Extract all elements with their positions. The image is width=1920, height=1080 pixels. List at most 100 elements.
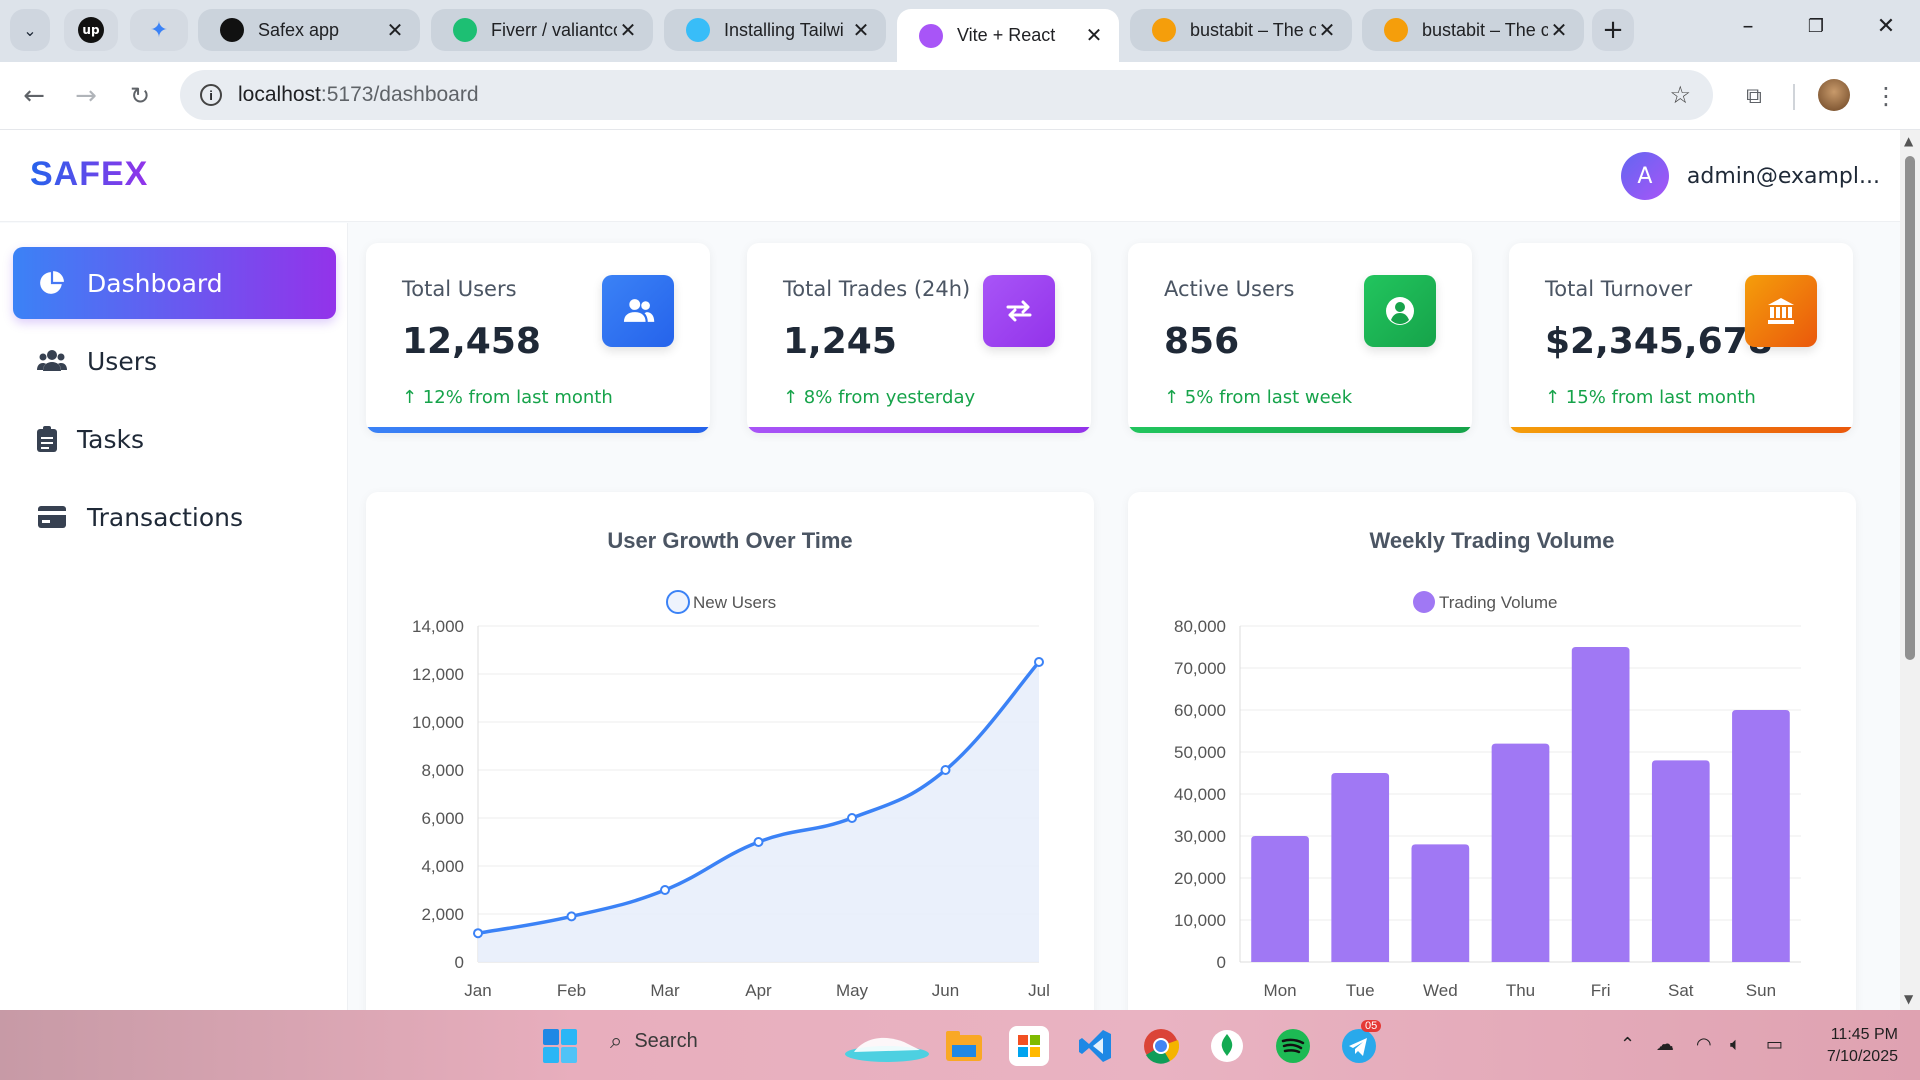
minimize-button[interactable]: – bbox=[1728, 14, 1768, 39]
y-tick-label: 20,000 bbox=[1174, 869, 1226, 888]
volume-icon[interactable]: 🔈︎ bbox=[1730, 1034, 1741, 1055]
minimize-icon: – bbox=[1742, 14, 1754, 39]
y-tick-label: 0 bbox=[1217, 953, 1226, 972]
mongodb-icon[interactable] bbox=[1207, 1026, 1247, 1066]
close-tab-icon[interactable]: ✕ bbox=[1316, 18, 1338, 43]
pie-chart-icon bbox=[37, 268, 67, 298]
gemini-pinned-tab[interactable]: ✦ bbox=[130, 9, 188, 51]
stat-label: Total Users bbox=[402, 277, 517, 301]
chevron-up-icon[interactable]: ⌃ bbox=[1620, 1034, 1635, 1055]
browser-toolbar: ← → ↻ i localhost:5173/dashboard ☆ ⧉ ⋮ bbox=[0, 62, 1920, 130]
stat-value: 856 bbox=[1164, 321, 1240, 362]
vscode-icon[interactable] bbox=[1075, 1026, 1115, 1066]
sidebar-item-tasks[interactable]: Tasks bbox=[13, 403, 336, 475]
legend-swatch bbox=[1413, 591, 1435, 613]
close-tab-icon[interactable]: ✕ bbox=[617, 18, 639, 43]
legend-label: Trading Volume bbox=[1439, 593, 1557, 612]
x-tick-label: Apr bbox=[745, 981, 772, 1000]
close-window-button[interactable]: ✕ bbox=[1866, 14, 1906, 39]
tab-title: Safex app bbox=[258, 19, 340, 40]
sidebar-item-dashboard[interactable]: Dashboard bbox=[13, 247, 336, 319]
restore-button[interactable]: ❐ bbox=[1796, 16, 1836, 37]
close-tab-icon[interactable]: ✕ bbox=[1083, 23, 1105, 48]
file-explorer-icon[interactable] bbox=[944, 1026, 984, 1066]
users-icon bbox=[37, 346, 67, 376]
close-tab-icon[interactable]: ✕ bbox=[850, 18, 872, 43]
legend-label: New Users bbox=[693, 593, 776, 612]
safex-favicon bbox=[220, 18, 244, 42]
browser-tab[interactable]: Fiverr / valiantcc ✕ bbox=[431, 9, 653, 51]
app-logo[interactable]: SAFEX bbox=[30, 155, 148, 194]
bar bbox=[1651, 760, 1710, 962]
new-tab-button[interactable]: + bbox=[1592, 9, 1634, 51]
browser-tab[interactable]: bustabit – The c ✕ bbox=[1362, 9, 1584, 51]
telegram-icon[interactable]: 05 bbox=[1339, 1020, 1382, 1066]
scroll-up-icon[interactable]: ▲ bbox=[1904, 134, 1913, 148]
close-tab-icon[interactable]: ✕ bbox=[384, 18, 406, 43]
page-viewport: SAFEX A admin@exampl... Dashboard Users … bbox=[0, 130, 1900, 1010]
stat-value: 1,245 bbox=[783, 321, 897, 362]
chevron-down-icon: ⌄ bbox=[23, 20, 37, 40]
stat-trend: ↑ 8% from yesterday bbox=[783, 387, 976, 408]
windows-start-icon[interactable] bbox=[540, 1026, 580, 1066]
stat-card-active-users: Active Users 856 ↑ 5% from last week bbox=[1128, 243, 1472, 433]
kebab-menu-icon: ⋮ bbox=[1874, 82, 1898, 110]
taskbar-search-label: Search bbox=[634, 1029, 698, 1052]
bar bbox=[1331, 773, 1390, 962]
bustabit-favicon bbox=[1384, 18, 1408, 42]
user-growth-chart: User Growth Over Time New Users 0 2,000 4,00… bbox=[412, 528, 1050, 1000]
x-tick-label: Thu bbox=[1506, 981, 1535, 1000]
extensions-button[interactable]: ⧉ bbox=[1736, 78, 1772, 114]
battery-icon[interactable]: ▭ bbox=[1766, 1034, 1783, 1055]
upwork-icon: up bbox=[78, 17, 104, 43]
stat-trend: ↑ 15% from last month bbox=[1545, 387, 1756, 408]
y-tick-label: 80,000 bbox=[1174, 617, 1226, 636]
chart-title: Weekly Trading Volume bbox=[1370, 528, 1615, 553]
microsoft-store-icon[interactable] bbox=[1009, 1026, 1049, 1066]
sidebar-item-label: Tasks bbox=[77, 424, 144, 454]
page-scrollbar[interactable]: ▲ ▼ bbox=[1900, 130, 1920, 1010]
back-button[interactable]: ← bbox=[16, 78, 52, 114]
puzzle-icon: ⧉ bbox=[1746, 83, 1762, 109]
onedrive-icon[interactable]: ☁ bbox=[1656, 1034, 1674, 1055]
address-bar[interactable]: i localhost:5173/dashboard ☆ bbox=[180, 70, 1713, 120]
browser-tab[interactable]: Vite + React ✕ bbox=[897, 9, 1119, 62]
user-menu[interactable]: A admin@exampl... bbox=[1620, 152, 1880, 200]
stat-value: 12,458 bbox=[402, 321, 541, 362]
user-circle-icon bbox=[1364, 275, 1436, 347]
system-clock[interactable]: 11:45 PM 7/10/2025 bbox=[1827, 1024, 1898, 1068]
data-point bbox=[847, 813, 857, 823]
url-host: localhost bbox=[238, 83, 321, 106]
scroll-down-icon[interactable]: ▼ bbox=[1904, 992, 1913, 1006]
taskbar-search[interactable]: ⌕ Search bbox=[610, 1028, 698, 1054]
bustabit-favicon bbox=[1152, 18, 1176, 42]
wifi-icon[interactable]: ◠ bbox=[1696, 1034, 1712, 1055]
stat-card-total-trades: Total Trades (24h) 1,245 ↑ 8% from yeste… bbox=[747, 243, 1091, 433]
browser-tab[interactable]: bustabit – The c ✕ bbox=[1130, 9, 1352, 51]
chrome-icon[interactable] bbox=[1141, 1026, 1181, 1066]
x-tick-label: Fri bbox=[1591, 981, 1611, 1000]
sidebar-item-users[interactable]: Users bbox=[13, 325, 336, 397]
forward-button[interactable]: → bbox=[68, 78, 104, 114]
sidebar-item-label: Transactions bbox=[87, 502, 244, 532]
browser-tab[interactable]: Installing Tailwi ✕ bbox=[664, 9, 886, 51]
chrome-menu-button[interactable]: ⋮ bbox=[1868, 78, 1904, 114]
scrollbar-thumb[interactable] bbox=[1905, 156, 1915, 660]
y-tick-label: 60,000 bbox=[1174, 701, 1226, 720]
close-tab-icon[interactable]: ✕ bbox=[1548, 18, 1570, 43]
tab-title: Vite + React bbox=[957, 25, 1056, 45]
bookmark-star-icon[interactable]: ☆ bbox=[1669, 81, 1691, 110]
bank-icon bbox=[1745, 275, 1817, 347]
y-tick-label: 14,000 bbox=[412, 617, 464, 636]
site-info-icon[interactable]: i bbox=[200, 84, 222, 106]
tab-search-button[interactable]: ⌄ bbox=[10, 9, 50, 51]
spotify-icon[interactable] bbox=[1273, 1026, 1313, 1066]
reload-button[interactable]: ↻ bbox=[122, 78, 158, 114]
widgets-icon[interactable] bbox=[842, 1026, 932, 1066]
avatar: A bbox=[1620, 152, 1669, 200]
browser-tab[interactable]: Safex app ✕ bbox=[198, 9, 420, 51]
upwork-pinned-tab[interactable]: up bbox=[64, 9, 118, 51]
profile-avatar[interactable] bbox=[1818, 79, 1850, 111]
legend-swatch bbox=[666, 590, 690, 614]
sidebar-item-transactions[interactable]: Transactions bbox=[13, 481, 336, 553]
